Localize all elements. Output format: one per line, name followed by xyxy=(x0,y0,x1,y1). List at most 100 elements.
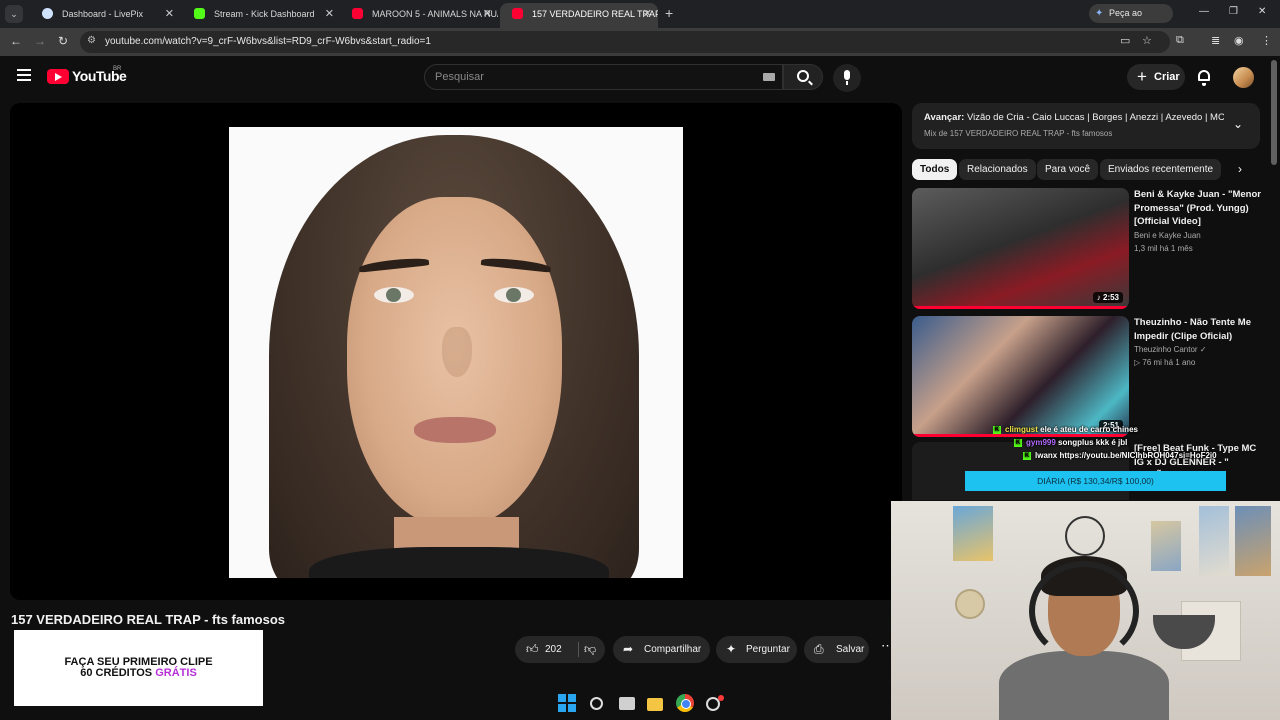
chrome-icon[interactable] xyxy=(676,694,694,712)
menu-hamburger-icon[interactable] xyxy=(17,69,31,81)
close-tab-icon[interactable]: ✕ xyxy=(643,3,652,25)
wall-poster xyxy=(1151,521,1181,571)
notification-dot-icon xyxy=(718,695,724,701)
recommendation-channel[interactable]: Beni e Kayke Juan xyxy=(1134,231,1201,240)
bookmark-star-icon[interactable]: ☆ xyxy=(1142,34,1152,47)
reload-icon[interactable]: ↻ xyxy=(58,34,68,48)
recommendation-title[interactable]: Theuzinho - Não Tente Me Impedir (Clipe … xyxy=(1134,316,1262,343)
profile-icon[interactable]: ◉ xyxy=(1234,34,1244,47)
browser-tab[interactable]: Dashboard - LivePix ✕ xyxy=(30,3,180,28)
back-arrow-icon[interactable]: ← xyxy=(10,34,22,48)
divider xyxy=(578,642,579,657)
site-info-icon[interactable]: ⚙ xyxy=(87,35,96,46)
extensions-icon[interactable]: ⧉ xyxy=(1176,34,1184,47)
wall-poster xyxy=(953,506,993,561)
watch-progress-bar xyxy=(912,434,1129,437)
tab-search-button[interactable]: ⌄ xyxy=(5,5,23,23)
save-button[interactable]: ⎙ Salvar xyxy=(804,636,869,663)
video-thumbnail[interactable]: 2:51 xyxy=(912,316,1129,437)
browser-tab-strip: ⌄ Dashboard - LivePix ✕ Stream - Kick Da… xyxy=(0,0,1280,37)
notifications-bell-icon[interactable] xyxy=(1198,70,1210,86)
tab-title: Dashboard - LivePix xyxy=(62,9,144,19)
close-tab-icon[interactable]: ✕ xyxy=(325,3,334,25)
avatar[interactable] xyxy=(1233,67,1254,88)
chevron-down-icon[interactable]: ⌄ xyxy=(1233,117,1243,131)
chat-username: lwanx xyxy=(1035,451,1058,460)
page-scrollbar[interactable] xyxy=(1271,60,1277,165)
tab-title: 157 VERDADEIRO REAL TRAP - fts famosos xyxy=(532,9,658,19)
create-button[interactable]: + Criar xyxy=(1127,64,1185,90)
address-bar[interactable]: ⚙ youtube.com/watch?v=9_crF-W6bvs&list=R… xyxy=(80,31,1170,53)
browser-tab[interactable]: Stream - Kick Dashboard ✕ xyxy=(182,3,340,28)
recommendation-title[interactable]: Beni & Kayke Juan - "Menor Promessa" (Pr… xyxy=(1134,188,1262,229)
forward-arrow-icon[interactable]: → xyxy=(34,34,46,48)
youtube-logo-icon[interactable] xyxy=(47,69,69,84)
new-tab-button[interactable]: + xyxy=(665,5,673,21)
search-input[interactable]: Pesquisar xyxy=(424,64,783,90)
mix-label: Mix de 157 VERDADEIRO REAL TRAP - fts fa… xyxy=(924,129,1113,138)
video-frame-portrait[interactable] xyxy=(229,127,683,578)
portrait-lips xyxy=(414,417,496,443)
url-text[interactable]: youtube.com/watch?v=9_crF-W6bvs&list=RD9… xyxy=(105,36,431,47)
file-explorer-icon[interactable] xyxy=(647,698,663,711)
minimize-icon[interactable]: — xyxy=(1199,6,1209,17)
create-label: Criar xyxy=(1154,71,1180,83)
portrait-nose xyxy=(442,327,472,377)
duration-badge: ♪ 2:53 xyxy=(1092,292,1123,303)
chat-username: climgust xyxy=(1005,425,1038,434)
kick-badge-icon: K xyxy=(993,425,1001,434)
reading-list-icon[interactable]: ≣ xyxy=(1211,34,1220,47)
up-next-prefix: Avançar: xyxy=(924,112,965,123)
save-label: Salvar xyxy=(836,644,865,655)
search-button[interactable] xyxy=(783,64,823,90)
chip-relacionados[interactable]: Relacionados xyxy=(959,159,1036,180)
browser-toolbar: ← → ↻ ⚙ youtube.com/watch?v=9_crF-W6bvs&… xyxy=(0,28,1280,56)
promo-free-highlight: GRÁTIS xyxy=(155,667,197,679)
cast-icon[interactable]: ▭ xyxy=(1120,34,1130,47)
gemini-sparkle-icon: ✦ xyxy=(1095,8,1104,19)
chip-enviados-recentemente[interactable]: Enviados recentemente xyxy=(1100,159,1222,180)
task-view-icon[interactable] xyxy=(619,697,635,710)
ask-gemini-button[interactable]: ✦ Peça ao Gemini xyxy=(1089,4,1173,37)
chip-todos[interactable]: Todos xyxy=(912,159,958,180)
browser-tab[interactable]: MAROON 5 - ANIMALS NA RUA ✕ xyxy=(340,3,498,28)
like-count[interactable]: 202 xyxy=(545,636,562,663)
share-arrow-icon: ➦ xyxy=(623,642,634,656)
like-thumb-icon[interactable]: 👍︎ xyxy=(526,636,539,663)
video-title: 157 VERDADEIRO REAL TRAP - fts famosos xyxy=(11,612,286,627)
voice-search-button[interactable] xyxy=(833,64,861,92)
like-dislike-group: 👍︎ 202 👎︎ xyxy=(515,636,605,663)
windows-start-icon[interactable] xyxy=(558,694,576,712)
region-code: BR xyxy=(113,66,122,72)
promo-credits: 60 CRÉDITOS xyxy=(80,667,156,679)
browser-menu-icon[interactable]: ⋮ xyxy=(1261,34,1272,47)
wall-poster xyxy=(1235,506,1271,576)
portrait-right-eye xyxy=(494,287,534,303)
plus-icon: + xyxy=(1137,67,1147,86)
wall-poster xyxy=(1199,506,1229,576)
close-tab-icon[interactable]: ✕ xyxy=(165,3,174,25)
maximize-icon[interactable]: ❐ xyxy=(1229,6,1238,17)
recommendation-channel[interactable]: Theuzinho Cantor ✓ xyxy=(1134,345,1207,354)
taskbar-search-icon[interactable] xyxy=(590,697,603,710)
chat-message: Klwanx https://youtu.be/NIClhbROH047si=H… xyxy=(1023,451,1217,460)
keyboard-icon[interactable] xyxy=(763,73,775,81)
streamer-body xyxy=(999,651,1169,720)
video-thumbnail[interactable]: ♪ 2:53 xyxy=(912,188,1129,309)
chat-username: gym999 xyxy=(1026,438,1056,447)
chevron-right-icon[interactable]: › xyxy=(1238,162,1242,176)
chat-message: Kgym999 songplus kkk é jbl xyxy=(1014,438,1127,447)
close-window-icon[interactable]: ✕ xyxy=(1258,6,1266,17)
recommendation-item[interactable]: 2:51 Theuzinho - Não Tente Me Impedir (C… xyxy=(912,316,1272,438)
playlist-panel-header[interactable]: Avançar: Vizão de Cria - Caio Luccas | B… xyxy=(912,103,1260,149)
recommendation-meta: 1,3 mil há 1 mês xyxy=(1134,244,1193,253)
recommendation-item[interactable]: ♪ 2:53 Beni & Kayke Juan - "Menor Promes… xyxy=(912,188,1272,310)
close-tab-icon[interactable]: ✕ xyxy=(483,3,492,25)
chip-para-voce[interactable]: Para você xyxy=(1037,159,1099,180)
dislike-thumb-icon[interactable]: 👎︎ xyxy=(584,636,596,663)
search-icon xyxy=(797,70,809,82)
browser-tab-active[interactable]: 157 VERDADEIRO REAL TRAP - fts famosos ✕ xyxy=(500,3,658,28)
promo-banner[interactable]: FAÇA SEU PRIMEIRO CLIPE 60 CRÉDITOS GRÁT… xyxy=(14,630,263,706)
ask-button[interactable]: ✦ Perguntar xyxy=(716,636,797,663)
share-button[interactable]: ➦ Compartilhar xyxy=(613,636,710,663)
